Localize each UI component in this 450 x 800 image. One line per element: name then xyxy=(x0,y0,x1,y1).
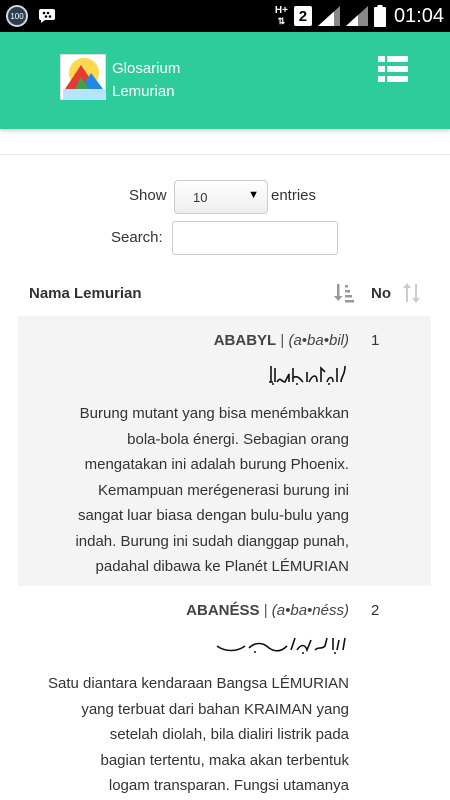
list-icon[interactable] xyxy=(378,56,408,82)
term-name: ABABYL xyxy=(213,332,277,349)
column-header-nama-lemurian[interactable]: Nama Lemurian xyxy=(29,285,142,302)
sort-ascending-icon[interactable] xyxy=(334,282,356,304)
caret-down-icon: ▼ xyxy=(248,189,259,201)
signal-icon xyxy=(317,6,340,26)
term-pronunciation: (a•ba•néss) xyxy=(271,602,349,619)
table-row[interactable]: ABANÉSS | (a•ba•néss) Satu diantara kend… xyxy=(18,586,431,800)
notification-badge-icon: 100 xyxy=(6,5,28,27)
app-bar: Glosarium Lemurian xyxy=(0,32,450,129)
clock: 01:04 xyxy=(393,4,444,27)
row-number: 2 xyxy=(371,602,380,619)
search-input[interactable] xyxy=(172,221,338,255)
column-header-no[interactable]: No xyxy=(371,285,391,302)
sim-slot-icon: 2 xyxy=(293,6,312,26)
term-name: ABANÉSS xyxy=(186,602,260,619)
signal-2-icon xyxy=(345,6,368,26)
term-description: Burung mutant yang bisa menémbakkan bola… xyxy=(75,405,349,575)
show-label: Show xyxy=(129,187,167,204)
term-cell: ABANÉSS | (a•ba•néss) xyxy=(186,602,349,619)
term-pronunciation: (a•ba•bil) xyxy=(288,332,349,349)
divider xyxy=(0,154,450,155)
entries-label: entries xyxy=(271,187,317,204)
app-title: Glosarium Lemurian xyxy=(112,60,181,100)
status-bar: 100 H+ ⇅ 2 01:04 xyxy=(0,0,450,32)
term-cell: ABABYL | (a•ba•bil) xyxy=(214,332,349,349)
row-number: 1 xyxy=(371,332,380,349)
chat-icon xyxy=(39,9,55,23)
mountain-logo-icon xyxy=(61,55,105,99)
lemurian-script-image xyxy=(216,637,346,654)
sort-both-icon[interactable] xyxy=(402,282,424,304)
entries-select-value: 10 xyxy=(193,190,208,205)
term-description: Satu diantara kendaraan Bangsa LÉMURIAN … xyxy=(47,675,349,794)
battery-icon xyxy=(373,5,386,27)
table-row[interactable]: ABABYL | (a•ba•bil) Burung mutant yang b… xyxy=(18,316,431,586)
term-separator: | xyxy=(280,332,285,349)
network-type-icon: H+ ⇅ xyxy=(274,4,288,26)
term-separator: | xyxy=(263,602,268,619)
entries-select[interactable]: 10 ▼ xyxy=(174,180,268,214)
lemurian-script-image xyxy=(269,365,346,385)
app-logo[interactable] xyxy=(60,54,106,100)
search-label: Search: xyxy=(111,229,163,246)
